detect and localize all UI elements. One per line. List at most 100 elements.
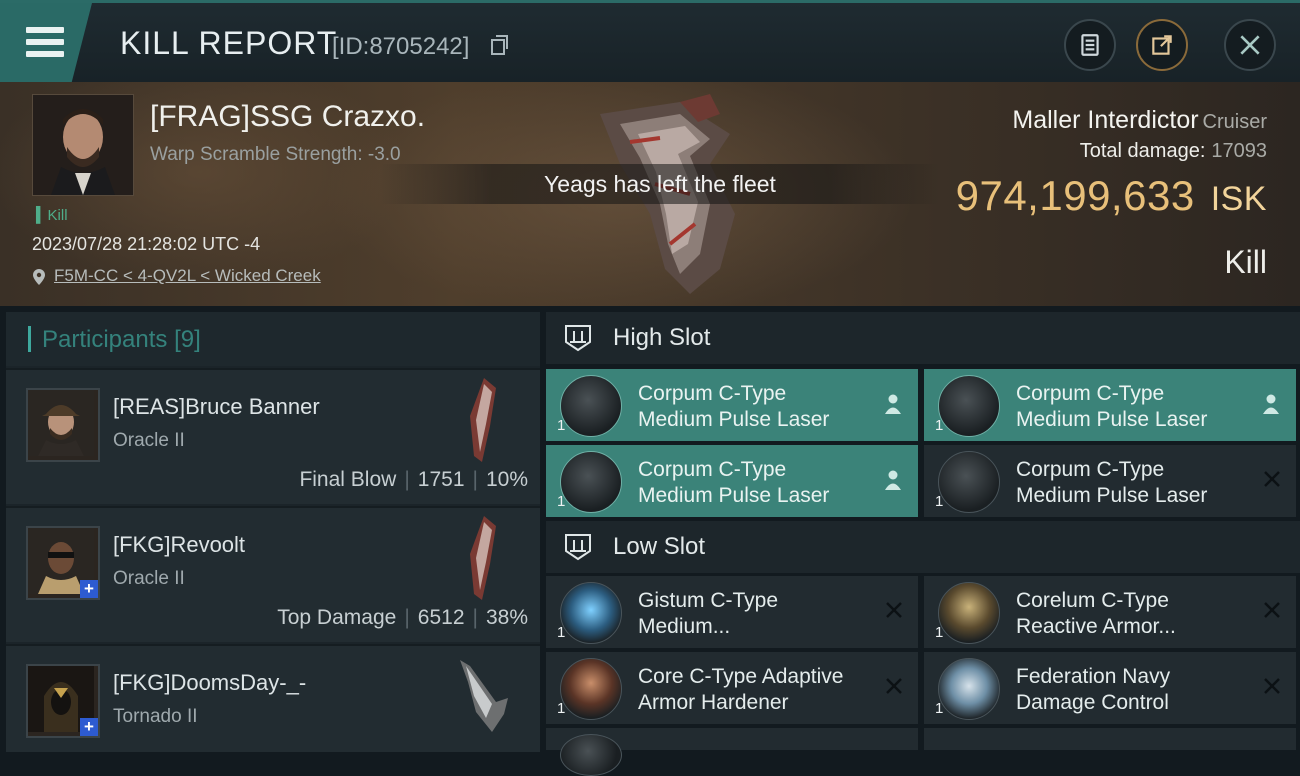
module-icon [560, 734, 622, 776]
destroyed-x-icon [1264, 471, 1280, 487]
participant-percent: 10% [485, 468, 528, 491]
participants-panel: Participants [9] [REAS]Bruce Banner Orac… [6, 312, 540, 752]
pulse-laser-icon [560, 451, 622, 513]
module-name-line2: Damage Control [1016, 691, 1169, 714]
participants-header: Participants [9] [6, 312, 540, 366]
participant-name[interactable]: [REAS]Bruce Banner [113, 394, 320, 420]
slot-icon [565, 534, 591, 561]
victim-portrait[interactable] [32, 94, 134, 196]
module-name-line1: Corelum C-Type [1016, 589, 1169, 612]
close-icon [1240, 35, 1260, 55]
module-name: Gistum C-Type Medium... [638, 588, 878, 640]
module-name-line2: Reactive Armor... [1016, 615, 1176, 638]
module-name-line1: Corpum C-Type [638, 458, 787, 481]
victim-ship[interactable]: Maller Interdictor Cruiser [1012, 106, 1267, 135]
module-quantity: 1 [557, 700, 566, 717]
add-contact-icon[interactable]: + [80, 718, 98, 736]
participant-stats: Top Damage | 6512 | 38% [277, 606, 528, 629]
module-name-line1: Corpum C-Type [1016, 382, 1165, 405]
fleet-notification: Yeags has left the fleet [380, 164, 940, 204]
participant-name[interactable]: [FKG]Revoolt [113, 532, 245, 558]
avatar[interactable]: + [26, 664, 100, 738]
menu-button[interactable] [0, 3, 92, 82]
module-name-line2: Armor Hardener [638, 691, 789, 714]
module-card[interactable]: 1 Corpum C-Type Medium Pulse Laser [924, 369, 1296, 441]
participant-row[interactable]: [REAS]Bruce Banner Oracle II Final Blow |… [6, 368, 540, 504]
module-quantity: 1 [935, 700, 944, 717]
report-id: [ID:8705242] [332, 33, 470, 60]
total-damage: Total damage: 17093 [1080, 140, 1267, 163]
copy-icon[interactable] [491, 35, 508, 55]
module-name-line1: Federation Navy [1016, 665, 1171, 688]
kill-datetime: 2023/07/28 21:28:02 UTC -4 [32, 234, 261, 254]
participant-percent: 38% [485, 606, 528, 629]
module-name-line2: Medium Pulse Laser [1016, 408, 1208, 431]
avatar[interactable]: + [26, 526, 100, 600]
isk-unit: ISK [1210, 180, 1267, 218]
module-name-line2: Medium Pulse Laser [1016, 484, 1208, 507]
participant-ship: Oracle II [113, 430, 185, 451]
high-slot-header: High Slot [546, 312, 1300, 364]
participant-damage: 6512 [417, 606, 465, 629]
location-link[interactable]: F5M-CC < 4-QV2L < Wicked Creek [32, 266, 321, 286]
destroyed-x-icon [886, 678, 902, 694]
total-damage-label: Total damage: [1079, 140, 1206, 162]
share-icon [1152, 35, 1172, 55]
module-name-line1: Corpum C-Type [638, 382, 787, 405]
module-card[interactable]: 1 Core C-Type Adaptive Armor Hardener [546, 652, 918, 724]
clipboard-icon [1081, 34, 1099, 56]
clipboard-button[interactable] [1064, 19, 1116, 71]
participant-row[interactable]: + [FKG]DoomsDay-_- Tornado II [6, 644, 540, 752]
module-name: Federation Navy Damage Control [1016, 664, 1256, 716]
add-contact-icon[interactable]: + [80, 580, 98, 598]
share-button[interactable] [1136, 19, 1188, 71]
module-card[interactable]: 1 Corpum C-Type Medium Pulse Laser [924, 445, 1296, 517]
high-slot-label: High Slot [613, 324, 711, 351]
avatar[interactable] [26, 388, 100, 462]
armor-repairer-icon [560, 582, 622, 644]
pulse-laser-icon [560, 375, 622, 437]
module-name-line2: Medium Pulse Laser [638, 484, 830, 507]
participant-ship-image [470, 378, 496, 462]
low-slot-label: Low Slot [613, 533, 706, 560]
pilot-icon [1263, 394, 1279, 414]
location-text[interactable]: F5M-CC < 4-QV2L < Wicked Creek [54, 266, 321, 285]
module-name-line1: Core C-Type Adaptive [638, 665, 844, 688]
module-name: Corpum C-Type Medium Pulse Laser [638, 381, 878, 433]
participant-name[interactable]: [FKG]DoomsDay-_- [113, 670, 306, 696]
participant-row[interactable]: + [FKG]Revoolt Oracle II Top Damage | 6512… [6, 506, 540, 642]
participant-ship-image [460, 660, 508, 732]
module-card[interactable]: 1 Corpum C-Type Medium Pulse Laser [546, 445, 918, 517]
damage-control-icon [938, 658, 1000, 720]
isk-amount: 974,199,633 [955, 172, 1195, 219]
pulse-laser-icon [938, 451, 1000, 513]
isk-value: 974,199,633 ISK [956, 172, 1267, 220]
slot-icon [565, 325, 591, 352]
close-button[interactable] [1224, 19, 1276, 71]
warp-scramble-strength: Warp Scramble Strength: -3.0 [150, 144, 401, 165]
module-card[interactable]: 1 Gistum C-Type Medium... [546, 576, 918, 648]
module-quantity: 1 [935, 493, 944, 510]
destroyed-x-icon [886, 602, 902, 618]
accent-bar [28, 326, 31, 352]
module-card[interactable] [924, 728, 1296, 750]
participants-label: Participants [9] [42, 326, 201, 354]
module-card[interactable]: 1 Corelum C-Type Reactive Armor... [924, 576, 1296, 648]
module-name-line1: Gistum C-Type [638, 589, 779, 612]
victim-name[interactable]: [FRAG]SSG Crazxo. [150, 100, 425, 134]
pilot-icon [885, 470, 901, 490]
total-damage-value: 17093 [1211, 140, 1267, 162]
victim-ship-name[interactable]: Maller Interdictor [1012, 106, 1198, 134]
module-quantity: 1 [935, 417, 944, 434]
pilot-icon [885, 394, 901, 414]
module-name: Corelum C-Type Reactive Armor... [1016, 588, 1256, 640]
module-card[interactable]: 1 Federation Navy Damage Control [924, 652, 1296, 724]
module-card[interactable]: 1 Corpum C-Type Medium Pulse Laser [546, 369, 918, 441]
page-title: KILL REPORT [120, 25, 338, 61]
participant-ship-image [470, 516, 496, 600]
module-card[interactable] [546, 728, 918, 776]
participant-ship: Oracle II [113, 568, 185, 589]
participant-tag: Top Damage [277, 606, 397, 629]
destroyed-x-icon [1264, 602, 1280, 618]
module-quantity: 1 [935, 624, 944, 641]
